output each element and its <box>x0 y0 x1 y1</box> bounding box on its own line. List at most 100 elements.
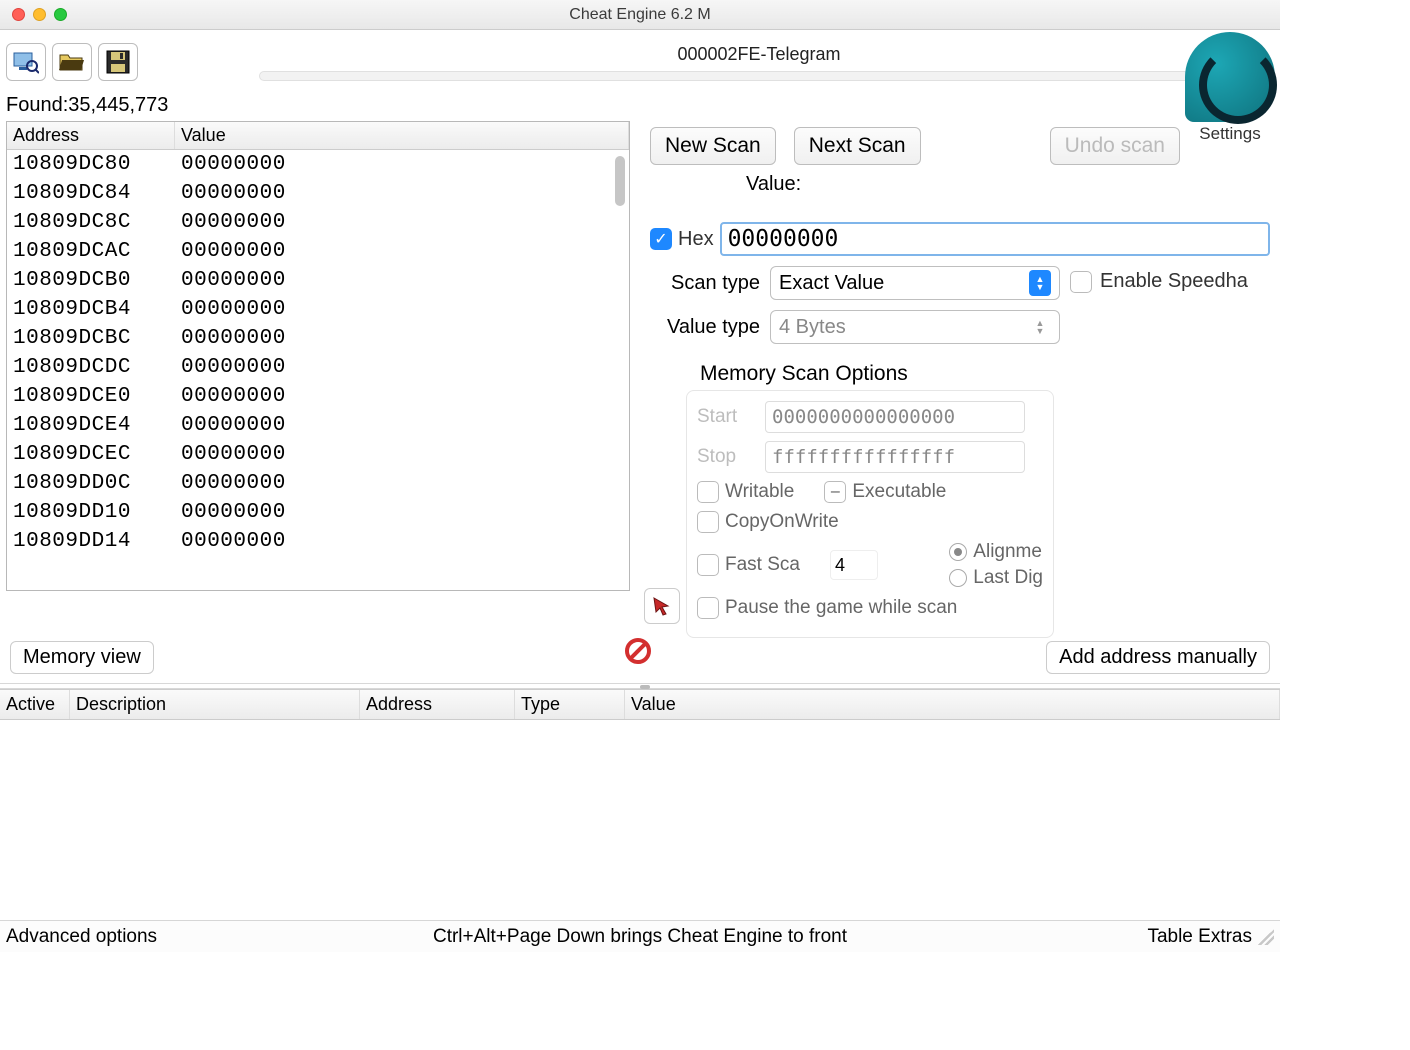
next-scan-button[interactable]: Next Scan <box>794 127 921 165</box>
results-row[interactable]: 10809DD1000000000 <box>7 498 629 527</box>
results-table[interactable]: Address Value 10809DC800000000010809DC84… <box>6 121 630 591</box>
cheat-header-description[interactable]: Description <box>70 690 360 719</box>
results-cell-value: 00000000 <box>175 295 629 324</box>
results-row[interactable]: 10809DCE000000000 <box>7 382 629 411</box>
results-scrollbar[interactable] <box>613 152 627 582</box>
results-row[interactable]: 10809DCDC00000000 <box>7 353 629 382</box>
pause-label: Pause the game while scan <box>725 597 957 619</box>
status-hint: Ctrl+Alt+Page Down brings Cheat Engine t… <box>0 926 1280 948</box>
results-cell-value: 00000000 <box>175 382 629 411</box>
cheat-header-value[interactable]: Value <box>625 690 1280 719</box>
open-process-button[interactable] <box>6 43 46 81</box>
results-row[interactable]: 10809DC8000000000 <box>7 150 629 179</box>
clear-results-button[interactable] <box>624 637 652 665</box>
results-row[interactable]: 10809DD0C00000000 <box>7 469 629 498</box>
found-label: Found: <box>6 94 68 116</box>
titlebar: Cheat Engine 6.2 M <box>0 0 1280 30</box>
cheat-header-active[interactable]: Active <box>0 690 70 719</box>
results-header-value[interactable]: Value <box>175 122 629 149</box>
results-row[interactable]: 10809DC8400000000 <box>7 179 629 208</box>
results-row[interactable]: 10809DD1400000000 <box>7 527 629 556</box>
folder-open-icon <box>59 51 85 73</box>
results-cell-value: 00000000 <box>175 179 629 208</box>
results-scrollbar-thumb[interactable] <box>615 156 625 206</box>
results-cell-value: 00000000 <box>175 150 629 179</box>
results-cell-address: 10809DC84 <box>7 179 175 208</box>
enable-speedhack-checkbox[interactable] <box>1070 271 1092 293</box>
cheat-engine-logo-icon[interactable] <box>1185 32 1275 122</box>
scan-progress-bar <box>259 71 1259 81</box>
executable-checkbox[interactable]: – <box>824 481 846 503</box>
results-cell-value: 00000000 <box>175 469 629 498</box>
results-cell-address: 10809DCBC <box>7 324 175 353</box>
mso-stop-input[interactable] <box>765 441 1025 473</box>
results-row[interactable]: 10809DCB400000000 <box>7 295 629 324</box>
results-panel: Address Value 10809DC800000000010809DC84… <box>0 121 630 631</box>
results-cell-value: 00000000 <box>175 237 629 266</box>
results-row[interactable]: 10809DCAC00000000 <box>7 237 629 266</box>
results-header: Address Value <box>7 122 629 150</box>
status-bar: Advanced options Ctrl+Alt+Page Down brin… <box>0 920 1280 952</box>
results-cell-address: 10809DD10 <box>7 498 175 527</box>
hex-checkbox[interactable]: ✓ <box>650 228 672 250</box>
scan-panel: New Scan Next Scan Undo scan Value: ✓ He… <box>630 121 1280 631</box>
new-scan-button[interactable]: New Scan <box>650 127 776 165</box>
results-cell-value: 00000000 <box>175 498 629 527</box>
writable-label: Writable <box>725 481 794 503</box>
splitter-handle[interactable] <box>0 683 1280 689</box>
toolbar: 000002FE-Telegram <box>0 30 1280 90</box>
scan-type-dropdown[interactable]: Exact Value ▲▼ <box>770 266 1060 300</box>
value-type-dropdown[interactable]: 4 Bytes ▲▼ <box>770 310 1060 344</box>
value-title-label: Value: <box>746 173 1280 196</box>
mso-start-input[interactable] <box>765 401 1025 433</box>
window-title: Cheat Engine 6.2 M <box>0 6 1280 24</box>
cheat-header-address[interactable]: Address <box>360 690 515 719</box>
open-file-button[interactable] <box>52 43 92 81</box>
results-cell-value: 00000000 <box>175 324 629 353</box>
fastscan-checkbox[interactable]: ✓ <box>697 554 719 576</box>
save-file-button[interactable] <box>98 43 138 81</box>
scan-value-input[interactable] <box>720 222 1270 256</box>
results-row[interactable]: 10809DC8C00000000 <box>7 208 629 237</box>
results-cell-address: 10809DCB0 <box>7 266 175 295</box>
lastdigit-radio[interactable] <box>949 569 967 587</box>
results-cell-address: 10809DCE0 <box>7 382 175 411</box>
fastscan-value-input[interactable] <box>830 550 878 580</box>
results-row[interactable]: 10809DCE400000000 <box>7 411 629 440</box>
main-split: Address Value 10809DC800000000010809DC84… <box>0 121 1280 631</box>
scan-type-value: Exact Value <box>779 272 884 295</box>
fastscan-label: Fast Sca <box>725 554 800 576</box>
results-row[interactable]: 10809DCBC00000000 <box>7 324 629 353</box>
results-row[interactable]: 10809DCEC00000000 <box>7 440 629 469</box>
results-cell-value: 00000000 <box>175 353 629 382</box>
hex-label: Hex <box>678 228 714 251</box>
executable-label: Executable <box>852 481 946 503</box>
memory-scan-options-title: Memory Scan Options <box>700 362 1280 386</box>
pause-checkbox[interactable] <box>697 597 719 619</box>
copyonwrite-label: CopyOnWrite <box>725 511 839 533</box>
copyonwrite-checkbox[interactable] <box>697 511 719 533</box>
add-address-manually-button[interactable]: Add address manually <box>1046 641 1270 674</box>
middle-action-row: Memory view Add address manually <box>0 631 1280 683</box>
results-cell-value: 00000000 <box>175 208 629 237</box>
prohibited-icon <box>624 637 652 665</box>
lastdigit-label: Last Dig <box>973 567 1043 589</box>
results-row[interactable]: 10809DCB000000000 <box>7 266 629 295</box>
undo-scan-button[interactable]: Undo scan <box>1050 127 1180 165</box>
process-name-label: 000002FE-Telegram <box>244 44 1274 65</box>
memory-view-button[interactable]: Memory view <box>10 641 154 674</box>
chevron-updown-icon: ▲▼ <box>1029 270 1051 296</box>
results-header-address[interactable]: Address <box>7 122 175 149</box>
alignment-radio[interactable] <box>949 543 967 561</box>
cheat-table-body[interactable] <box>0 720 1280 920</box>
computer-magnify-icon <box>13 50 39 74</box>
memory-scan-options-group: Start Stop ✓Writable –Executable CopyOnW… <box>686 390 1054 638</box>
click-target-button[interactable] <box>644 588 680 624</box>
cheat-header-type[interactable]: Type <box>515 690 625 719</box>
writable-checkbox[interactable]: ✓ <box>697 481 719 503</box>
scan-type-label: Scan type <box>650 272 760 295</box>
results-cell-value: 00000000 <box>175 266 629 295</box>
results-cell-value: 00000000 <box>175 411 629 440</box>
results-cell-address: 10809DD14 <box>7 527 175 556</box>
results-cell-address: 10809DCB4 <box>7 295 175 324</box>
